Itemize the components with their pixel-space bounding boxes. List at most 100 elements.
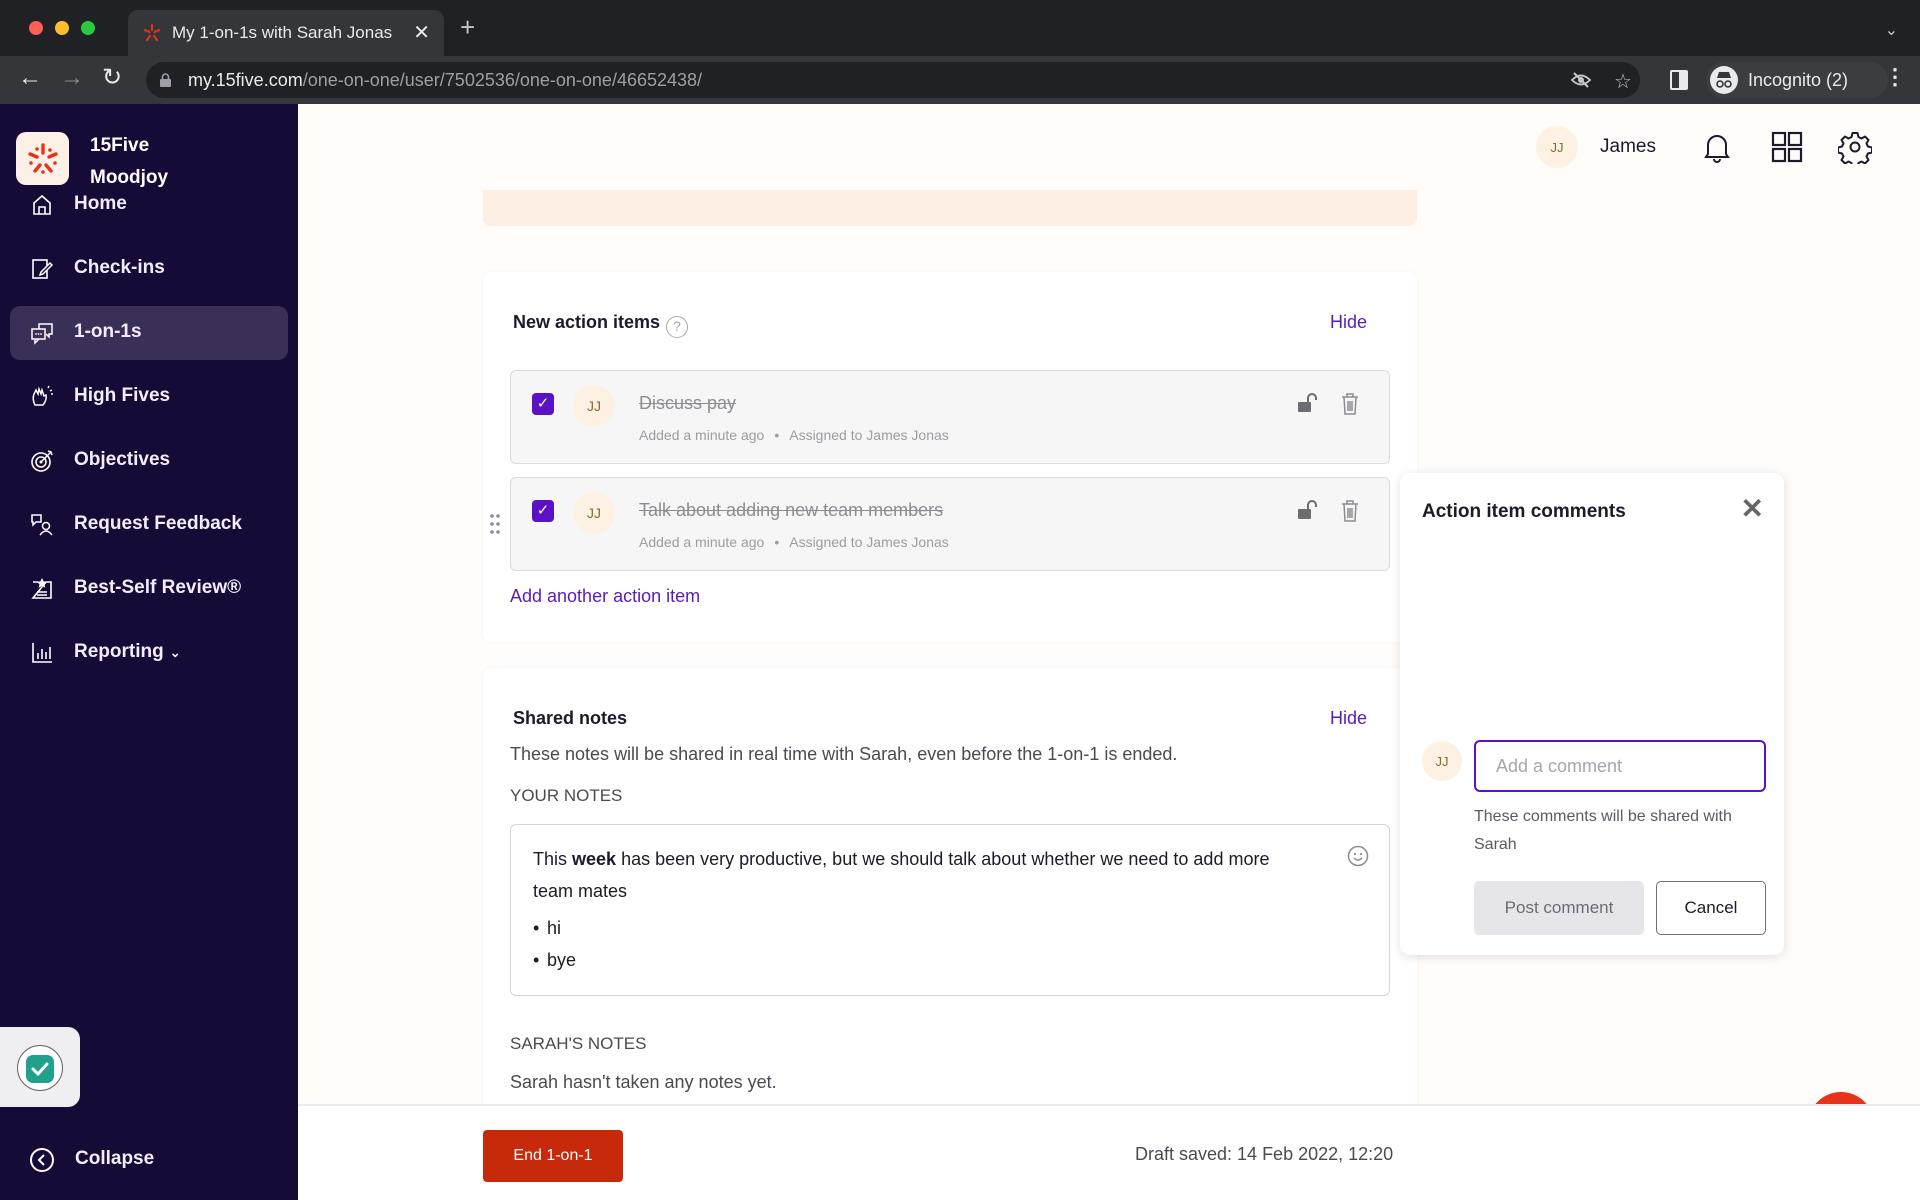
added-time: Added a minute ago — [639, 534, 765, 550]
browser-tab[interactable]: My 1-on-1s with Sarah Jonas ✕ — [128, 10, 444, 56]
window-minimize-button[interactable] — [55, 21, 69, 35]
notes-text-part: has been very productive, but we should … — [533, 849, 1270, 901]
action-item-meta: Added a minute ago • Assigned to James Jon… — [639, 427, 949, 443]
sidebar-item-label: Objectives — [74, 449, 171, 470]
drag-handle-icon[interactable] — [489, 512, 501, 536]
action-item-checkbox[interactable]: ✓ — [532, 500, 554, 522]
sidebar-item-best-self-review[interactable]: Best-Self Review® — [10, 562, 288, 616]
sidebar-item-request-feedback[interactable]: Request Feedback — [10, 498, 288, 552]
sidebar-item-label: Best-Self Review® — [74, 577, 242, 598]
notes-text-part: This — [533, 849, 573, 869]
home-icon — [33, 194, 51, 215]
apps-grid-icon[interactable] — [1770, 130, 1804, 164]
sarah-notes-label: SARAH'S NOTES — [510, 1034, 647, 1053]
end-1-on-1-button[interactable]: End 1-on-1 — [483, 1130, 623, 1182]
review-star-icon — [31, 578, 52, 599]
target-icon — [31, 450, 53, 472]
user-name[interactable]: James — [1600, 136, 1656, 158]
assignee-avatar: JJ — [573, 385, 615, 427]
unlock-icon[interactable] — [1297, 500, 1319, 520]
browser-tab-bar: My 1-on-1s with Sarah Jonas ✕ + ⌄ — [0, 0, 1920, 56]
previous-section-banner — [483, 190, 1417, 226]
notes-bullet: bye — [533, 944, 1293, 976]
top-bar: JJ James — [298, 104, 1920, 190]
cancel-button[interactable]: Cancel — [1656, 881, 1766, 935]
action-item[interactable]: ✓ JJ Talk about adding new team members … — [490, 477, 1390, 571]
add-action-item-link[interactable]: Add another action item — [510, 586, 700, 607]
sidebar-item-label: Request Feedback — [74, 513, 242, 534]
shared-notes-title: Shared notes — [513, 708, 628, 728]
window-close-button[interactable] — [29, 21, 43, 35]
bell-icon[interactable] — [1700, 130, 1734, 164]
commenter-avatar: JJ — [1422, 741, 1462, 781]
trash-icon[interactable] — [1341, 393, 1359, 415]
chat-bubbles-icon — [31, 323, 53, 345]
new-tab-button[interactable]: + — [460, 14, 475, 40]
sidebar-item-label: Check-ins — [74, 257, 165, 278]
help-icon[interactable]: ? — [666, 316, 689, 338]
brand-line-1: 15Five — [90, 135, 150, 156]
incognito-label: Incognito (2) — [1748, 70, 1849, 90]
unlock-icon[interactable] — [1297, 393, 1319, 413]
assigned-to: Assigned to James Jonas — [789, 427, 949, 443]
collapse-label: Collapse — [75, 1148, 155, 1169]
action-items-title: New action items? — [513, 312, 689, 338]
separator-dot: • — [774, 534, 780, 550]
hide-action-items-link[interactable]: Hide — [1330, 312, 1367, 333]
forward-button[interactable]: → — [60, 66, 84, 90]
15five-logo-icon — [143, 23, 161, 42]
tab-close-icon[interactable]: ✕ — [413, 20, 430, 45]
sidebar-item-label: 1-on-1s — [74, 321, 142, 342]
hide-shared-notes-link[interactable]: Hide — [1330, 708, 1367, 729]
action-item-checkbox[interactable]: ✓ — [532, 393, 554, 415]
your-notes-editor[interactable]: This week has been very productive, but … — [510, 824, 1390, 996]
tab-search-chevron-icon[interactable]: ⌄ — [1885, 20, 1898, 40]
eye-off-icon[interactable] — [1570, 69, 1592, 97]
user-avatar[interactable]: JJ — [1536, 126, 1578, 168]
sidebar-item-home[interactable]: Home — [10, 178, 288, 232]
action-item-comments-popover: Action item comments ✕ JJ These comments… — [1400, 473, 1784, 955]
high-five-icon — [32, 385, 53, 406]
side-panel-icon[interactable] — [1670, 70, 1688, 90]
draft-saved-status: Draft saved: 14 Feb 2022, 12:20 — [1135, 1144, 1394, 1164]
sidebar-item-objectives[interactable]: Objectives — [10, 434, 288, 488]
reload-button[interactable]: ↻ — [102, 66, 122, 90]
added-time: Added a minute ago — [639, 427, 765, 443]
sidebar-item-check-ins[interactable]: Check-ins — [10, 242, 288, 296]
sidebar-item-reporting[interactable]: Reporting ⌄ — [10, 626, 288, 680]
post-comment-button[interactable]: Post comment — [1474, 881, 1644, 935]
assigned-to: Assigned to James Jonas — [789, 534, 949, 550]
action-item-title[interactable]: Discuss pay — [639, 393, 736, 414]
task-helper-button[interactable] — [17, 1045, 63, 1091]
action-item-meta: Added a minute ago • Assigned to James Jon… — [639, 534, 949, 550]
15five-logo-icon — [27, 142, 58, 174]
your-notes-content: This week has been very productive, but … — [533, 843, 1293, 976]
browser-toolbar: ← → ↻ my.15five.com/one-on-one/user/7502… — [0, 56, 1920, 104]
comment-share-hint: These comments will be shared with Sarah — [1474, 808, 1732, 853]
sidebar-item-high-fives[interactable]: High Fives — [10, 370, 288, 424]
back-button[interactable]: ← — [18, 66, 42, 90]
sidebar-item-label: Reporting ⌄ — [74, 641, 181, 663]
emoji-icon[interactable] — [1347, 845, 1369, 867]
gear-icon[interactable] — [1838, 130, 1872, 164]
task-helper-widget[interactable] — [0, 1027, 80, 1107]
notes-bullet-list: hi bye — [533, 912, 1293, 976]
assignee-avatar: JJ — [573, 492, 615, 534]
reporting-label: Reporting — [74, 641, 164, 662]
browser-menu-icon[interactable]: ⋮ — [1884, 66, 1906, 88]
separator-dot: • — [774, 427, 780, 443]
close-icon[interactable]: ✕ — [1741, 495, 1764, 523]
sidebar-item-label: High Fives — [74, 385, 171, 406]
action-item-title[interactable]: Talk about adding new team members — [639, 500, 943, 521]
action-item[interactable]: ✓ JJ Discuss pay Added a minute ago • Assi… — [510, 370, 1390, 464]
comment-input[interactable] — [1474, 740, 1766, 792]
incognito-profile-button[interactable]: Incognito (2) — [1706, 62, 1888, 98]
window-maximize-button[interactable] — [81, 21, 95, 35]
sidebar-item-1-on-1s[interactable]: 1-on-1s — [10, 306, 288, 360]
notes-bullet: hi — [533, 912, 1293, 944]
checkmark-icon — [26, 1055, 54, 1083]
address-bar[interactable]: my.15five.com/one-on-one/user/7502536/on… — [146, 62, 1640, 98]
trash-icon[interactable] — [1341, 500, 1359, 522]
url-text: my.15five.com/one-on-one/user/7502536/on… — [188, 70, 702, 91]
bookmark-star-icon[interactable]: ☆ — [1614, 69, 1632, 94]
